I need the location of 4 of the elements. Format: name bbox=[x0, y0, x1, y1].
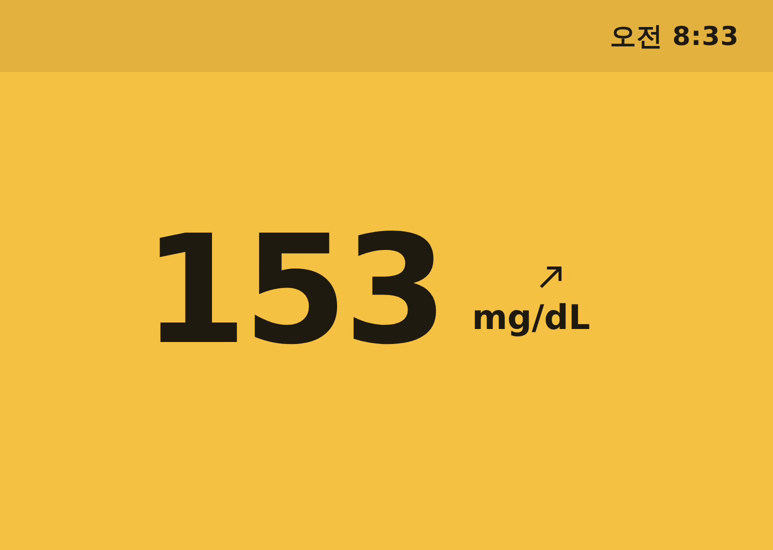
glucose-value: 153 bbox=[142, 216, 444, 366]
status-time: 오전 8:33 bbox=[610, 20, 739, 54]
glucose-unit: mg/dL bbox=[472, 298, 590, 338]
trend-arrow-icon bbox=[538, 264, 564, 290]
